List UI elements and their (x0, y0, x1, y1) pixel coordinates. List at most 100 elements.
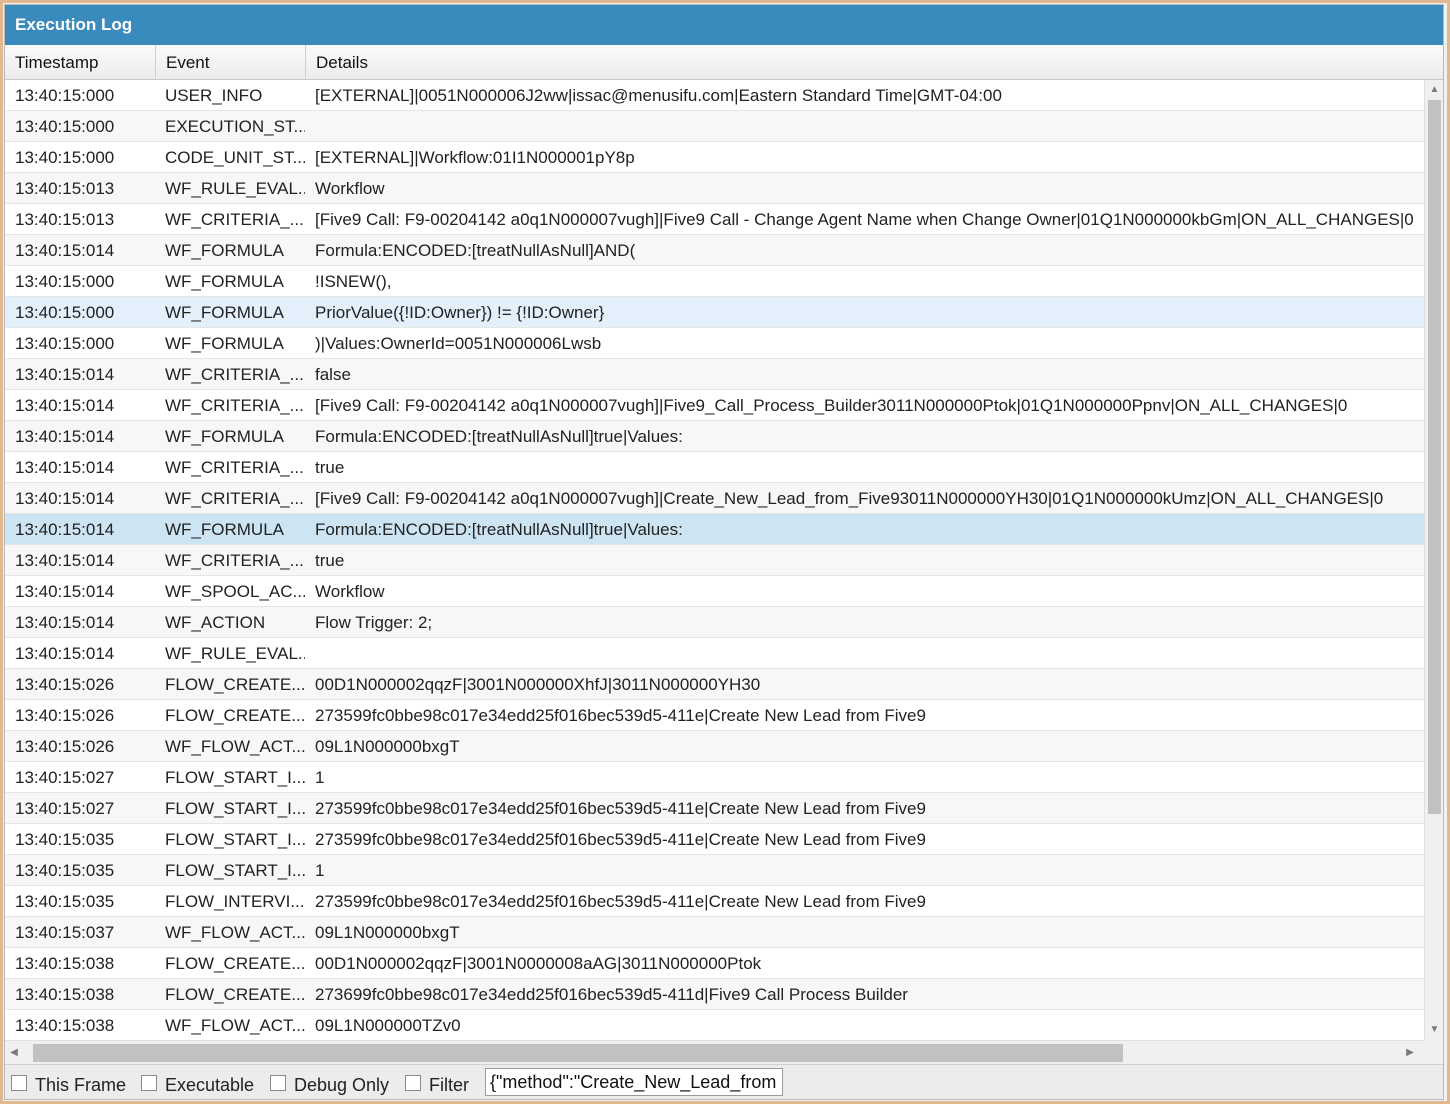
table-row[interactable]: 13:40:15:014 WF_CRITERIA_... false (5, 359, 1424, 390)
scroll-right-icon[interactable]: ▶ (1403, 1047, 1417, 1059)
table-row[interactable]: 13:40:15:000 USER_INFO [EXTERNAL]|0051N000… (5, 80, 1424, 111)
panel-title: Execution Log (5, 5, 1443, 45)
cell-timestamp: 13:40:15:000 (15, 148, 115, 167)
cell-details: Workflow (315, 179, 385, 198)
cell-timestamp: 13:40:15:014 (15, 427, 115, 446)
filter-input[interactable]: {"method":"Create_New_Lead_from (485, 1068, 783, 1096)
table-row[interactable]: 13:40:15:014 WF_SPOOL_AC... Workflow (5, 576, 1424, 607)
cell-timestamp: 13:40:15:037 (15, 923, 115, 942)
executable-checkbox[interactable] (141, 1075, 157, 1091)
cell-details: [Five9 Call: F9-00204142 a0q1N000007vugh… (315, 489, 1384, 508)
cell-event: FLOW_START_I... (165, 830, 305, 849)
table-row[interactable]: 13:40:15:014 WF_FORMULA Formula:ENCODED:[t… (5, 235, 1424, 266)
table-row[interactable]: 13:40:15:026 FLOW_CREATE... 273599fc0bbe98… (5, 700, 1424, 731)
cell-event: WF_RULE_EVAL... (165, 644, 305, 663)
scrollbar-corner (1424, 1040, 1443, 1064)
table-row[interactable]: 13:40:15:000 WF_FORMULA)|Values:OwnerId=0… (5, 328, 1424, 359)
cell-details: [Five9 Call: F9-00204142 a0q1N000007vugh… (315, 210, 1414, 229)
cell-details: 273599fc0bbe98c017e34edd25f016bec539d5-4… (315, 799, 926, 818)
cell-details: true (315, 458, 345, 477)
cell-details: Formula:ENCODED:[treatNullAsNull]AND( (315, 241, 636, 260)
cell-event: EXECUTION_ST... (165, 117, 305, 136)
column-header-timestamp[interactable]: Timestamp (5, 45, 156, 79)
cell-timestamp: 13:40:15:014 (15, 613, 115, 632)
vertical-scroll-thumb[interactable] (1428, 100, 1441, 814)
cell-timestamp: 13:40:15:038 (15, 954, 115, 973)
table-row[interactable]: 13:40:15:000 CODE_UNIT_ST... [EXTERNAL]|Wo… (5, 142, 1424, 173)
table-row[interactable]: 13:40:15:013 WF_RULE_EVAL... Workflow (5, 173, 1424, 204)
cell-event: WF_SPOOL_AC... (165, 582, 305, 601)
cell-details: true (315, 551, 345, 570)
table-row[interactable]: 13:40:15:014 WF_CRITERIA_... true (5, 545, 1424, 576)
cell-event: FLOW_CREATE... (165, 954, 305, 973)
table-row[interactable]: 13:40:15:038 WF_FLOW_ACT... 09L1N000000TZv… (5, 1010, 1424, 1040)
execution-log-panel: Execution Log Timestamp Event Details 13… (4, 4, 1444, 1100)
table-row[interactable]: 13:40:15:037 WF_FLOW_ACT... 09L1N000000bxg… (5, 917, 1424, 948)
cell-timestamp: 13:40:15:014 (15, 551, 115, 570)
table-row[interactable]: 13:40:15:014 WF_CRITERIA_... [Five9 Call: … (5, 483, 1424, 514)
table-row[interactable]: 13:40:15:000 EXECUTION_ST... (5, 111, 1424, 142)
table-row[interactable]: 13:40:15:000 WF_FORMULA PriorValue({!ID:Ow… (5, 297, 1424, 328)
cell-details: 273599fc0bbe98c017e34edd25f016bec539d5-4… (315, 892, 926, 911)
table-header: Timestamp Event Details (5, 45, 1443, 80)
cell-timestamp: 13:40:15:035 (15, 892, 115, 911)
filter-checkbox[interactable] (405, 1075, 421, 1091)
vertical-scrollbar[interactable]: ▲ ▼ (1424, 80, 1443, 1040)
table-row[interactable]: 13:40:15:027 FLOW_START_I... 1 (5, 762, 1424, 793)
table-row[interactable]: 13:40:15:027 FLOW_START_I... 273599fc0bbe9… (5, 793, 1424, 824)
cell-event: WF_RULE_EVAL... (165, 179, 305, 198)
cell-event: USER_INFO (165, 86, 263, 105)
cell-event: FLOW_START_I... (165, 768, 305, 787)
filter-label: Filter (429, 1075, 469, 1095)
cell-details (315, 111, 1420, 141)
cell-details: [EXTERNAL]|0051N000006J2ww|issac@menusif… (315, 86, 1002, 105)
horizontal-scroll-thumb[interactable] (33, 1044, 1123, 1062)
cell-details: [Five9 Call: F9-00204142 a0q1N000007vugh… (315, 396, 1348, 415)
table-row[interactable]: 13:40:15:014 WF_RULE_EVAL... (5, 638, 1424, 669)
this-frame-checkbox[interactable] (11, 1075, 27, 1091)
cell-details: Formula:ENCODED:[treatNullAsNull]true|Va… (315, 427, 683, 446)
column-header-details[interactable]: Details (306, 45, 1443, 79)
table-row[interactable]: 13:40:15:035 FLOW_START_I... 273599fc0bbe9… (5, 824, 1424, 855)
scroll-left-icon[interactable]: ◀ (7, 1047, 21, 1059)
cell-details: [EXTERNAL]|Workflow:01I1N000001pY8p (315, 148, 635, 167)
cell-details: Flow Trigger: 2; (315, 613, 433, 632)
cell-timestamp: 13:40:15:014 (15, 396, 115, 415)
table-row[interactable]: 13:40:15:026 FLOW_CREATE... 00D1N000002qqz… (5, 669, 1424, 700)
scroll-up-icon[interactable]: ▲ (1425, 84, 1443, 96)
cell-event: FLOW_CREATE... (165, 675, 305, 694)
cell-timestamp: 13:40:15:035 (15, 861, 115, 880)
table-row[interactable]: 13:40:15:014 WF_ACTION Flow Trigger: 2; (5, 607, 1424, 638)
table-row[interactable]: 13:40:15:014 WF_FORMULA Formula:ENCODED:[t… (5, 421, 1424, 452)
cell-timestamp: 13:40:15:014 (15, 241, 115, 260)
table-row[interactable]: 13:40:15:014 WF_CRITERIA_... true (5, 452, 1424, 483)
cell-timestamp: 13:40:15:014 (15, 520, 115, 539)
cell-timestamp: 13:40:15:026 (15, 675, 115, 694)
cell-event: WF_CRITERIA_... (165, 365, 304, 384)
cell-event: WF_FORMULA (165, 334, 284, 353)
horizontal-scrollbar[interactable]: ◀ ▶ (5, 1040, 1424, 1064)
table-row[interactable]: 13:40:15:026 WF_FLOW_ACT... 09L1N000000bxg… (5, 731, 1424, 762)
cell-timestamp: 13:40:15:013 (15, 179, 115, 198)
cell-details: 09L1N000000TZv0 (315, 1016, 461, 1035)
cell-details: 273699fc0bbe98c017e34edd25f016bec539d5-4… (315, 985, 908, 1004)
cell-timestamp: 13:40:15:027 (15, 799, 115, 818)
table-row[interactable]: 13:40:15:014 WF_FORMULA Formula:ENCODED:[t… (5, 514, 1424, 545)
table-row[interactable]: 13:40:15:035 FLOW_INTERVI... 273599fc0bbe9… (5, 886, 1424, 917)
cell-timestamp: 13:40:15:014 (15, 582, 115, 601)
cell-event: WF_CRITERIA_... (165, 210, 304, 229)
cell-event: WF_CRITERIA_... (165, 551, 304, 570)
table-row[interactable]: 13:40:15:038 FLOW_CREATE... 273699fc0bbe98… (5, 979, 1424, 1010)
cell-event: FLOW_INTERVI... (165, 892, 305, 911)
table-row[interactable]: 13:40:15:038 FLOW_CREATE... 00D1N000002qqz… (5, 948, 1424, 979)
cell-timestamp: 13:40:15:038 (15, 985, 115, 1004)
cell-details: 273599fc0bbe98c017e34edd25f016bec539d5-4… (315, 830, 926, 849)
table-row[interactable]: 13:40:15:014 WF_CRITERIA_... [Five9 Call: … (5, 390, 1424, 421)
table-row[interactable]: 13:40:15:035 FLOW_START_I... 1 (5, 855, 1424, 886)
cell-timestamp: 13:40:15:038 (15, 1016, 115, 1035)
column-header-event[interactable]: Event (156, 45, 306, 79)
debug-only-checkbox[interactable] (270, 1075, 286, 1091)
table-row[interactable]: 13:40:15:000 WF_FORMULA !ISNEW(), (5, 266, 1424, 297)
scroll-down-icon[interactable]: ▼ (1425, 1024, 1443, 1036)
table-row[interactable]: 13:40:15:013 WF_CRITERIA_... [Five9 Call: … (5, 204, 1424, 235)
